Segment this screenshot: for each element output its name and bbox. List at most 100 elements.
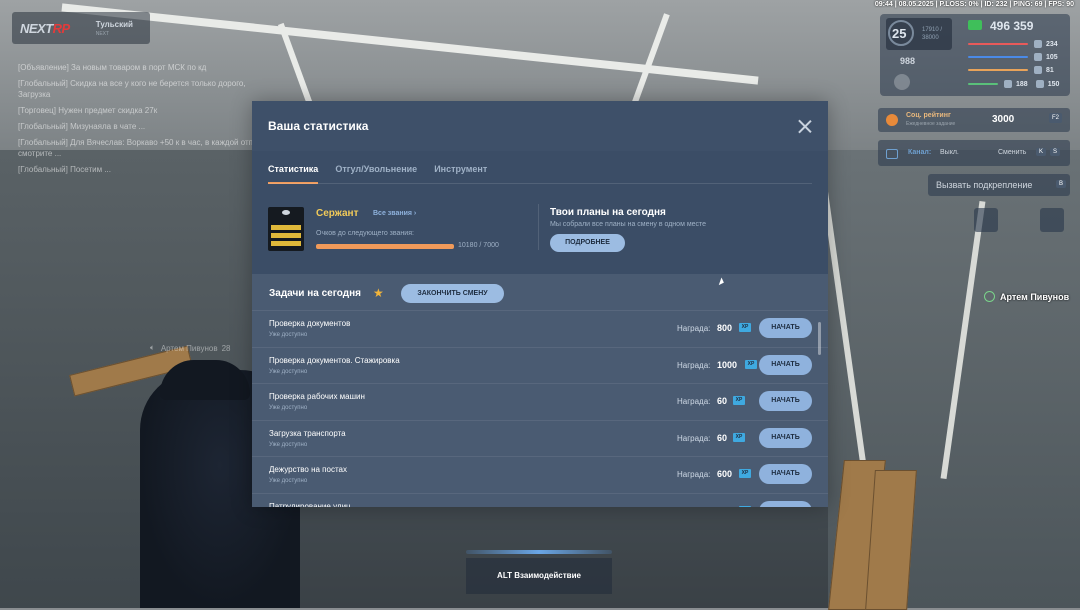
start-task-button[interactable]: НАЧАТЬ (759, 464, 812, 484)
notification-bell-icon[interactable] (1040, 208, 1064, 232)
chat-line: [Глобальный] Скидка на все у кого не бер… (18, 79, 246, 99)
xp-icon: XP (745, 359, 757, 369)
reward-value: 60 (717, 432, 728, 443)
social-value: 3000 (992, 114, 1015, 125)
task-row: Проверка рабочих машин Уже доступно Наград… (252, 383, 828, 420)
rank-progress-bar (316, 244, 454, 249)
stats-modal: Ваша статистика Статистика Отгул/Увольне… (252, 101, 828, 507)
rating-icon (886, 114, 898, 126)
channel-label: Канал: (908, 149, 932, 156)
reward-label: Награда: (677, 324, 711, 333)
channel-value: Выкл. (940, 149, 959, 156)
task-name: Загрузка транспорта (269, 428, 346, 438)
calendar-icon[interactable] (974, 208, 998, 232)
task-row: Проверка документов. Стажировка Уже досту… (252, 346, 828, 384)
xp-icon: XP (733, 432, 745, 442)
online-count: 988 (900, 56, 916, 66)
modal-header: Ваша статистика (252, 101, 828, 151)
stat-armor: 105 (968, 53, 1058, 61)
heart-icon (894, 74, 910, 90)
reward-value: 800 (717, 323, 733, 333)
interaction-bar (466, 550, 612, 554)
social-title: Соц. рейтинг (906, 112, 951, 119)
task-name: Патрулирование улиц (269, 501, 351, 508)
social-sub: Ежедневное задание (906, 121, 956, 127)
all-ranks-link[interactable]: Все звания › (373, 210, 416, 217)
task-status: Уже доступно (269, 441, 308, 448)
task-name: Проверка документов. Стажировка (269, 355, 400, 365)
speaker-icon: 🔈︎ (150, 343, 155, 352)
tabs-divider (268, 183, 812, 184)
task-name: Проверка документов (269, 319, 351, 328)
level-exp: 17910 / 38000 (922, 27, 943, 41)
player-hud: 25 17910 / 38000 496 359 988 234 105 81 … (880, 14, 1070, 96)
channel-key-2: S (1050, 148, 1061, 156)
server-city-sub: NEXT (95, 30, 110, 37)
task-name: Дежурство на постах (269, 465, 347, 474)
start-task-button[interactable]: НАЧАТЬ (759, 391, 812, 411)
xp-icon: XP (739, 323, 751, 332)
chat-line: [Глобальный] Мизунаяла в чате ... (18, 122, 146, 131)
player-cap (160, 360, 250, 400)
task-row: Загрузка транспорта Уже доступно Награда: 6… (252, 419, 828, 457)
xp-icon: XP (733, 396, 745, 405)
reward-value: 60 (717, 396, 728, 406)
chat-log: [Объявление] За новым товаром в порт МСК… (18, 62, 278, 180)
star-icon: ★ (373, 286, 384, 300)
call-reinforcement-button[interactable]: Вызвать подкрепление B (928, 174, 1070, 196)
start-task-button[interactable]: НАЧАТЬ (759, 500, 812, 507)
tab-leave[interactable]: Отгул/Увольнение (335, 164, 417, 184)
chat-line: [Торговец] Нужен предмет скидка 27к (18, 106, 158, 115)
reward-label: Награда: (677, 360, 711, 370)
reward-label: Награда: (677, 433, 711, 443)
heartbeat-icon (1034, 40, 1042, 48)
chat-line: [Объявление] За новым товаром в порт МСК… (18, 63, 207, 72)
channel-key-1: K (1036, 148, 1047, 156)
task-scrollbar[interactable] (818, 322, 821, 355)
server-city: Тульский (95, 19, 133, 29)
tasks-title: Задачи на сегодня (269, 288, 361, 299)
reward-label: Награда: (677, 397, 711, 406)
server-logo: NEXTRP Тульский NEXT (12, 12, 150, 44)
player-overhead-name: Артем Пивунов (160, 343, 218, 353)
task-status: Уже доступно (269, 332, 308, 338)
task-row: Патрулирование улицУже доступноНаграда:5… (252, 492, 828, 508)
details-button[interactable]: ПОДРОБНЕЕ (550, 234, 625, 252)
tab-tool[interactable]: Инструмент (434, 164, 487, 184)
food-icon (1034, 66, 1042, 74)
chat-line: [Глобальный] Посетим ... (18, 165, 111, 174)
task-status: Уже доступно (269, 368, 308, 375)
reward-value: 500 (717, 506, 732, 508)
reward-value: 600 (717, 469, 733, 479)
rank-insignia-icon (268, 207, 304, 251)
reward-label: Награда: (677, 507, 710, 508)
task-name: Проверка рабочих машин (269, 392, 365, 401)
money-value: 496 359 (990, 19, 1034, 33)
task-row: Дежурство на постах Уже доступно Награда: 6… (252, 456, 828, 493)
channel-panel: Канал: Выкл. Сменить K S (878, 140, 1070, 166)
social-rating-panel[interactable]: Соц. рейтинг Ежедневное задание 3000 F2 (878, 108, 1070, 132)
start-task-button[interactable]: НАЧАТЬ (759, 318, 812, 338)
stat-ammo: 188 150 (968, 80, 1059, 88)
reinforce-key: B (1056, 180, 1067, 188)
top-status-bar: 09:44 | 08.05.2025 | P.LOSS: 0% | ID: 23… (874, 1, 1074, 8)
task-row: Проверка документов Уже доступно Награда: 8… (252, 310, 828, 347)
start-task-button[interactable]: НАЧАТЬ (759, 354, 812, 375)
finish-shift-button[interactable]: ЗАКОНЧИТЬ СМЕНУ (401, 284, 504, 303)
channel-change[interactable]: Сменить (998, 149, 1026, 156)
close-icon[interactable] (798, 119, 812, 133)
armor-icon (1034, 53, 1042, 61)
rank-next-label: Очков до следующего звания: (316, 230, 414, 237)
money-icon (968, 20, 982, 30)
social-key: F2 (1049, 113, 1063, 123)
xp-icon: XP (739, 505, 751, 507)
plans-title: Твои планы на сегодня (550, 207, 666, 218)
reward-label: Награда: (677, 470, 711, 479)
start-task-button[interactable]: НАЧАТЬ (759, 427, 812, 448)
chat-line: [Глобальный] Для Вячеслав: Воркаво +50 к… (18, 138, 275, 158)
stat-hunger: 81 (968, 66, 1054, 74)
radio-icon (886, 149, 898, 159)
plans-divider (538, 204, 539, 250)
tab-statistics[interactable]: Статистика (268, 164, 319, 184)
reinforce-label: Вызвать подкрепление (936, 180, 1033, 190)
